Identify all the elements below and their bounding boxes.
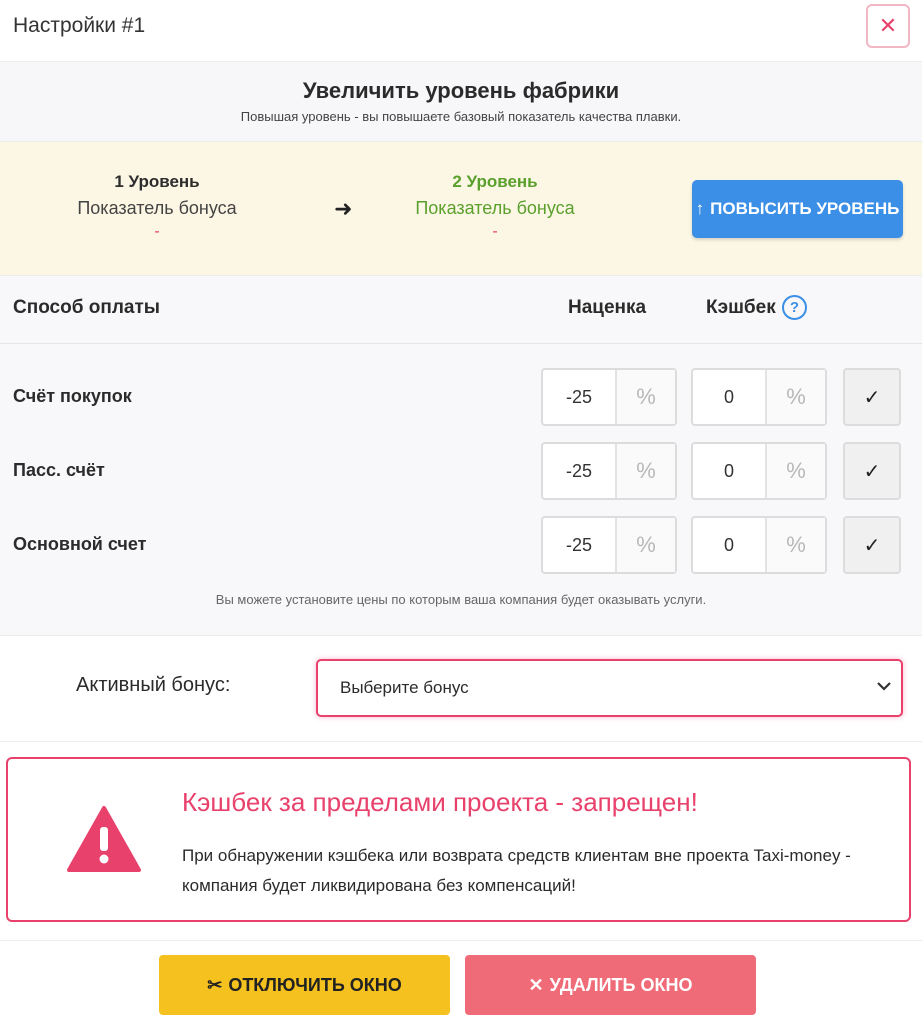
- warning-title: Кэшбек за пределами проекта - запрещен!: [182, 787, 698, 817]
- modal-title: Настройки #1: [13, 14, 146, 37]
- percent-addon: %: [767, 370, 825, 424]
- payment-table-header: Способ оплаты Наценка Кэшбек ?: [0, 276, 922, 344]
- percent-addon: %: [617, 444, 675, 498]
- help-icon[interactable]: ?: [782, 295, 807, 320]
- chevron-down-icon: [877, 678, 891, 696]
- confirm-button[interactable]: ✓: [843, 442, 901, 500]
- payment-method-label: Основной счет: [13, 534, 147, 554]
- current-level-label: Показатель бонуса: [77, 198, 237, 218]
- cashback-input[interactable]: 0: [693, 370, 767, 424]
- percent-addon: %: [617, 370, 675, 424]
- upgrade-button-label: ПОВЫСИТЬ УРОВЕНЬ: [710, 199, 900, 218]
- active-bonus-section: Активный бонус: Выберите бонус: [0, 636, 922, 742]
- upgrade-title: Увеличить уровень фабрики: [302, 78, 620, 103]
- markup-field: -25 %: [541, 368, 677, 426]
- markup-field: -25 %: [541, 516, 677, 574]
- current-level: 1 Уровень Показатель бонуса -: [27, 172, 287, 241]
- upgrade-subtitle: Повышая уровень - вы повышаете базовый п…: [240, 109, 682, 124]
- current-level-value: -: [154, 223, 160, 240]
- disable-window-button[interactable]: ✂ ОТКЛЮЧИТЬ ОКНО: [159, 955, 450, 1015]
- cashback-field: 0 %: [691, 368, 827, 426]
- check-icon: ✓: [863, 460, 881, 483]
- markup-field: -25 %: [541, 442, 677, 500]
- arrow-up-icon: ↑: [695, 199, 705, 218]
- column-header-markup: Наценка: [568, 297, 647, 318]
- cashback-input[interactable]: 0: [693, 444, 767, 498]
- delete-window-button[interactable]: ✕ УДАЛИТЬ ОКНО: [465, 955, 756, 1015]
- modal-footer: ✂ ОТКЛЮЧИТЬ ОКНО ✕ УДАЛИТЬ ОКНО: [0, 940, 922, 1024]
- column-header-method: Способ оплаты: [13, 297, 160, 318]
- next-level-name: 2 Уровень: [452, 172, 538, 191]
- payment-section: Способ оплаты Наценка Кэшбек ? Счёт поку…: [0, 276, 922, 636]
- cashback-field: 0 %: [691, 442, 827, 500]
- column-header-cashback: Кэшбек: [706, 297, 776, 318]
- close-button[interactable]: ✕: [866, 4, 910, 48]
- check-icon: ✓: [863, 534, 881, 557]
- current-level-name: 1 Уровень: [114, 172, 200, 191]
- payment-note: Вы можете установите цены по которым ваш…: [215, 592, 707, 607]
- bonus-select[interactable]: Выберите бонус: [316, 659, 903, 717]
- modal-header: Настройки #1 ✕: [0, 0, 922, 62]
- confirm-button[interactable]: ✓: [843, 516, 901, 574]
- payment-row-main: Основной счет -25 % 0 % ✓: [0, 516, 922, 576]
- active-bonus-label: Активный бонус:: [76, 674, 231, 696]
- markup-input[interactable]: -25: [543, 518, 617, 572]
- warning-text: При обнаружении кэшбека или возврата сре…: [182, 846, 851, 895]
- check-icon: ✓: [863, 386, 881, 409]
- tools-icon: ✂: [207, 974, 223, 995]
- cashback-warning: Кэшбек за пределами проекта - запрещен! …: [6, 757, 911, 922]
- payment-row-purchases: Счёт покупок -25 % 0 % ✓: [0, 368, 922, 428]
- payment-row-passive: Пасс. счёт -25 % 0 % ✓: [0, 442, 922, 502]
- percent-addon: %: [617, 518, 675, 572]
- cashback-input[interactable]: 0: [693, 518, 767, 572]
- percent-addon: %: [767, 444, 825, 498]
- next-level-value: -: [492, 223, 498, 240]
- payment-method-label: Счёт покупок: [13, 386, 132, 406]
- close-icon: ✕: [878, 13, 898, 38]
- confirm-button[interactable]: ✓: [843, 368, 901, 426]
- arrow-right-icon: ➜: [334, 196, 353, 221]
- cashback-field: 0 %: [691, 516, 827, 574]
- delete-button-label: УДАЛИТЬ ОКНО: [549, 974, 693, 995]
- levels-panel: 1 Уровень Показатель бонуса - ➜ 2 Уровен…: [0, 142, 922, 276]
- warning-triangle-icon: [67, 806, 141, 872]
- bonus-select-value: Выберите бонус: [340, 678, 469, 697]
- next-level: 2 Уровень Показатель бонуса -: [365, 172, 625, 241]
- percent-addon: %: [767, 518, 825, 572]
- close-icon: ✕: [528, 974, 544, 995]
- payment-method-label: Пасс. счёт: [13, 460, 105, 480]
- markup-input[interactable]: -25: [543, 370, 617, 424]
- upgrade-header: Увеличить уровень фабрики Повышая уровен…: [0, 62, 922, 142]
- next-level-label: Показатель бонуса: [415, 198, 575, 218]
- markup-input[interactable]: -25: [543, 444, 617, 498]
- disable-button-label: ОТКЛЮЧИТЬ ОКНО: [228, 974, 402, 995]
- upgrade-level-button[interactable]: ↑ ПОВЫСИТЬ УРОВЕНЬ: [692, 180, 903, 238]
